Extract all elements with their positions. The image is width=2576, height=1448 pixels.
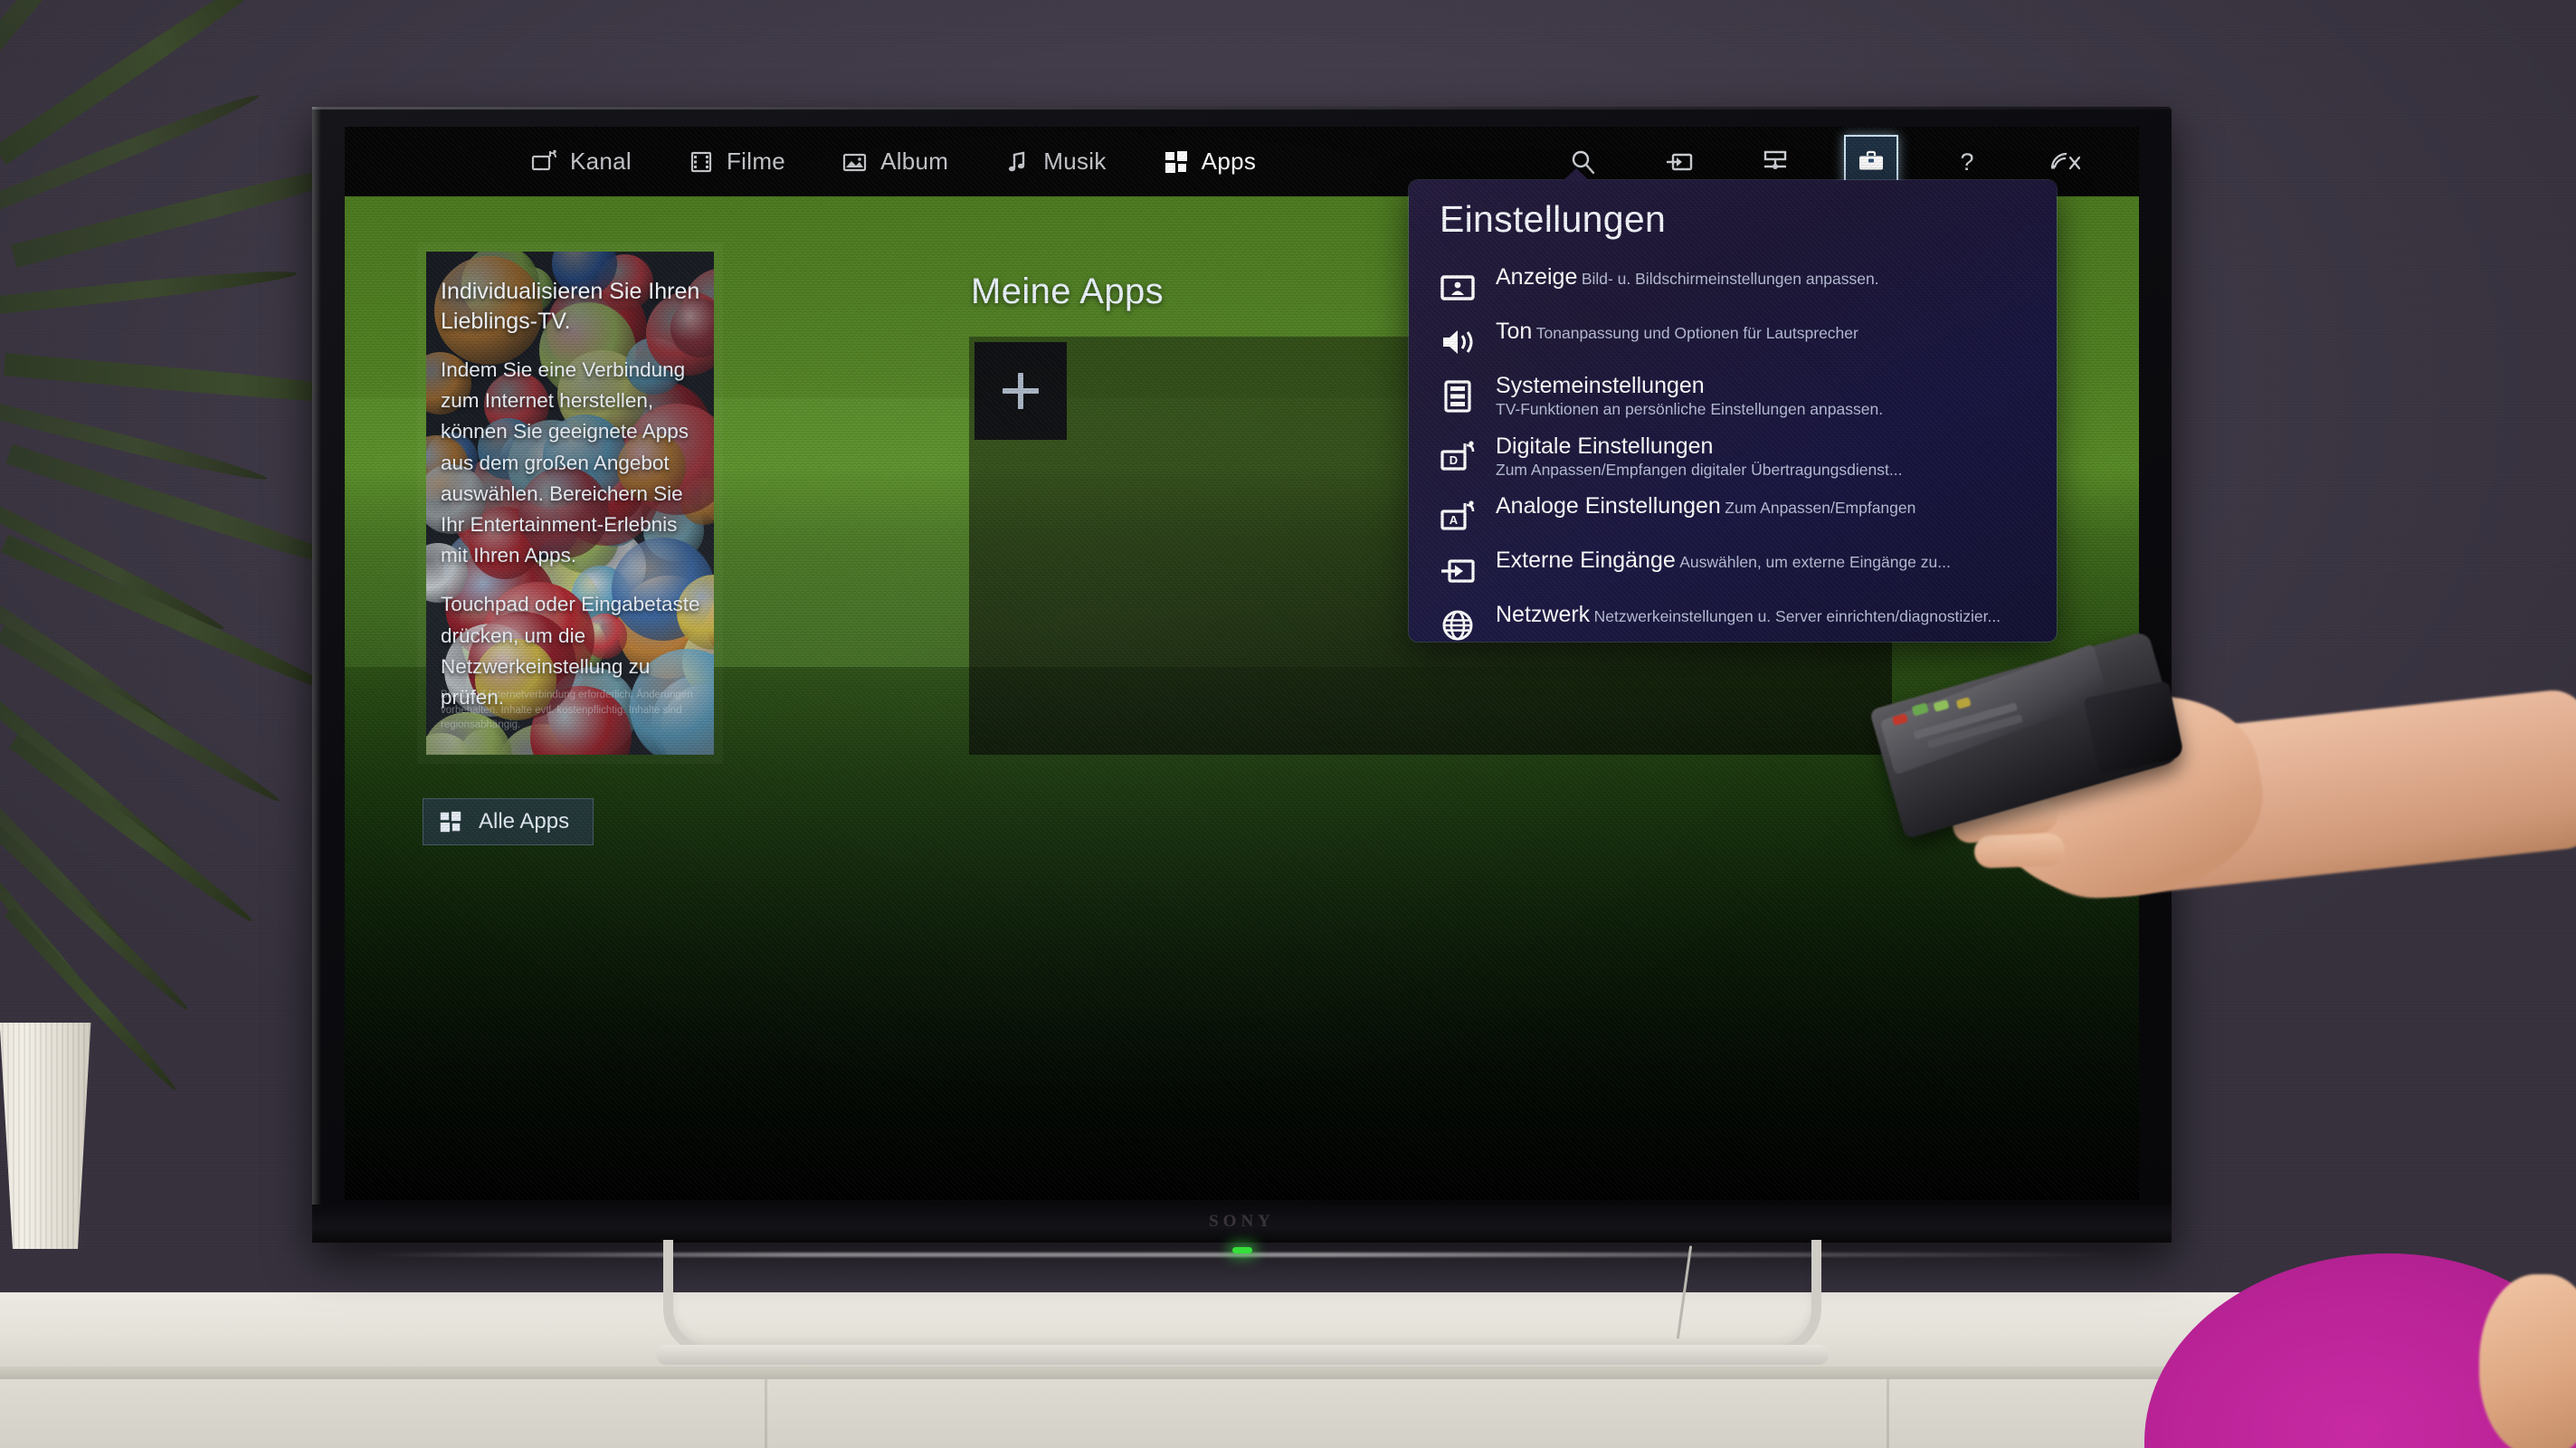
nav-item-kanal[interactable]: Kanal xyxy=(531,148,632,176)
media-network-icon xyxy=(1761,148,1790,176)
settings-panel-title: Einstellungen xyxy=(1440,198,1667,240)
wifi-disconnected-icon xyxy=(2048,148,2081,176)
promo-fine-print: Breitband-Internetverbindung erforderlic… xyxy=(441,689,693,731)
input-source-icon xyxy=(1665,148,1694,176)
settings-item-netzwerk[interactable]: Netzwerk Netzwerkeinstellungen u. Server… xyxy=(1409,595,2057,650)
all-apps-label: Alle Apps xyxy=(479,809,570,834)
tv-screen: Kanal Filme Album Musik Apps ? Individua… xyxy=(345,127,2139,1200)
toolbox-settings-icon xyxy=(1857,148,1886,176)
settings-panel-pointer xyxy=(1563,168,1590,181)
settings-item-text: Externe Eingänge Auswählen, um externe E… xyxy=(1496,548,2029,574)
apps-grid-icon xyxy=(438,809,463,834)
digital-broadcast-icon: D xyxy=(1440,439,1476,475)
promo-paragraph-1: Indem Sie eine Verbindung zum Internet h… xyxy=(441,358,689,567)
svg-text:?: ? xyxy=(1960,148,1973,176)
settings-item-text: Analoge Einstellungen Zum Anpassen/Empfa… xyxy=(1496,493,2029,519)
house-plant xyxy=(0,0,430,1095)
speaker-volume-icon xyxy=(1440,324,1476,360)
settings-item-desc: Netzwerkeinstellungen u. Server einricht… xyxy=(1593,607,2001,626)
my-apps-title: Meine Apps xyxy=(971,272,1164,311)
settings-item-desc: Zum Anpassen/Empfangen xyxy=(1725,499,1916,518)
all-apps-button[interactable]: Alle Apps xyxy=(423,798,594,845)
display-picture-icon xyxy=(1440,270,1476,306)
settings-items: Anzeige Bild- u. Bildschirmeinstellungen… xyxy=(1409,258,2057,650)
tv-chin: SONY xyxy=(312,1205,2172,1257)
photo-icon xyxy=(841,148,869,176)
settings-item-label: Netzwerk xyxy=(1496,602,1591,628)
nav-item-label: Kanal xyxy=(570,148,632,175)
settings-item-label: Systemeinstellungen xyxy=(1496,373,1705,398)
settings-panel: Einstellungen Anzeige Bild- u. Bildschir… xyxy=(1409,168,2057,642)
help-question-icon: ? xyxy=(1953,148,1982,176)
settings-item-text: Anzeige Bild- u. Bildschirmeinstellungen… xyxy=(1496,264,2029,291)
settings-item-label: Anzeige xyxy=(1496,264,1578,290)
add-app-tile[interactable] xyxy=(974,342,1067,440)
system-drawers-icon xyxy=(1440,378,1476,414)
nav-item-label: Musik xyxy=(1043,148,1107,175)
settings-item-externe-eingange[interactable]: Externe Eingänge Auswählen, um externe E… xyxy=(1409,541,2057,595)
settings-item-desc: Auswählen, um externe Eingänge zu... xyxy=(1679,553,1951,572)
nav-item-album[interactable]: Album xyxy=(841,148,948,176)
settings-item-label: Analoge Einstellungen xyxy=(1496,493,1721,519)
promo-heading: Individualisieren Sie Ihren Lieblings-TV… xyxy=(441,279,700,334)
tv-antenna-icon xyxy=(531,148,558,176)
nav-item-label: Album xyxy=(880,148,949,175)
settings-item-anzeige[interactable]: Anzeige Bild- u. Bildschirmeinstellungen… xyxy=(1409,258,2057,312)
hand-holding-remote xyxy=(1868,630,2576,976)
svg-text:A: A xyxy=(1450,513,1459,527)
sony-logo: SONY xyxy=(1209,1212,1275,1231)
apps-grid-icon xyxy=(1163,148,1190,176)
nav-items: Kanal Filme Album Musik Apps xyxy=(531,148,1256,176)
analog-broadcast-icon: A xyxy=(1440,499,1476,535)
settings-item-desc: Bild- u. Bildschirmeinstellungen anpasse… xyxy=(1581,270,1879,288)
nav-item-musik[interactable]: Musik xyxy=(1004,148,1106,176)
nav-item-apps[interactable]: Apps xyxy=(1163,148,1256,176)
svg-text:D: D xyxy=(1450,453,1458,467)
settings-item-desc: Tonanpassung und Optionen für Lautsprech… xyxy=(1535,324,1858,342)
settings-item-digitale-einstellungen[interactable]: D Digitale Einstellungen Zum Anpassen/Em… xyxy=(1409,427,2057,488)
nav-item-label: Filme xyxy=(727,148,786,175)
music-note-icon xyxy=(1004,148,1031,176)
nav-item-label: Apps xyxy=(1201,148,1257,175)
settings-item-label: Ton xyxy=(1496,319,1533,344)
settings-item-desc: Zum Anpassen/Empfangen digitaler Übertra… xyxy=(1496,460,1903,479)
settings-item-text: Ton Tonanpassung und Optionen für Lautsp… xyxy=(1496,319,2029,345)
settings-item-label: Digitale Einstellungen xyxy=(1496,433,1714,459)
nav-item-filme[interactable]: Filme xyxy=(688,148,785,176)
promo-card[interactable]: Individualisieren Sie Ihren Lieblings-TV… xyxy=(426,252,714,755)
tv-stand xyxy=(655,1240,1829,1365)
settings-item-text: Netzwerk Netzwerkeinstellungen u. Server… xyxy=(1496,602,2029,628)
settings-item-text: Systemeinstellungen TV-Funktionen an per… xyxy=(1496,373,2029,421)
film-strip-icon xyxy=(688,148,715,176)
plus-icon xyxy=(1003,373,1039,409)
settings-item-systemeinstellungen[interactable]: Systemeinstellungen TV-Funktionen an per… xyxy=(1409,367,2057,427)
external-input-icon xyxy=(1440,553,1476,589)
settings-item-analoge-einstellungen[interactable]: A Analoge Einstellungen Zum Anpassen/Emp… xyxy=(1409,487,2057,541)
settings-item-ton[interactable]: Ton Tonanpassung und Optionen für Lautsp… xyxy=(1409,312,2057,367)
globe-network-icon xyxy=(1440,607,1476,643)
settings-item-desc: TV-Funktionen an persönliche Einstellung… xyxy=(1496,400,1884,418)
settings-item-label: Externe Eingänge xyxy=(1496,548,1676,574)
settings-item-text: Digitale Einstellungen Zum Anpassen/Empf… xyxy=(1496,433,2029,481)
promo-text: Individualisieren Sie Ihren Lieblings-TV… xyxy=(441,277,701,713)
